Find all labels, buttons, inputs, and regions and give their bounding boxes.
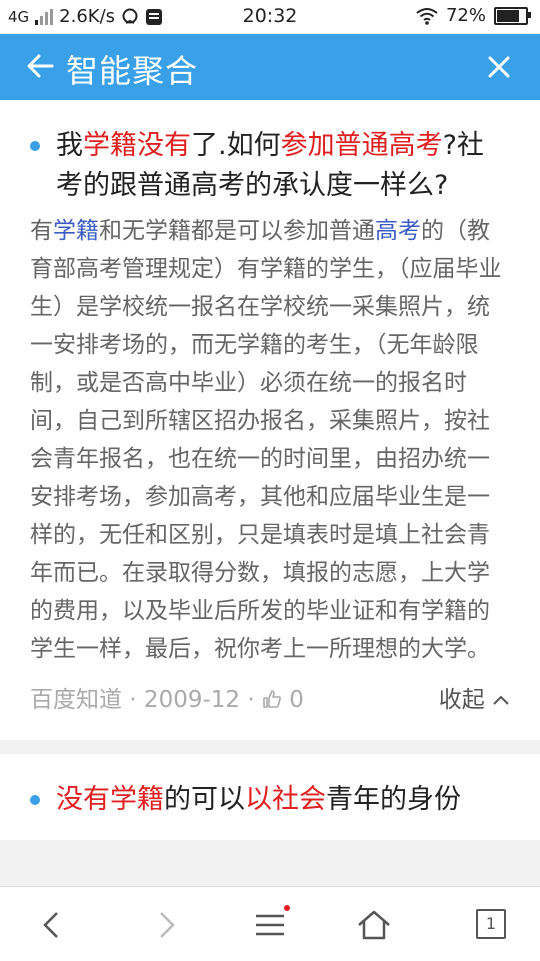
status-right: 72% [416, 5, 531, 26]
menu-icon[interactable] [252, 907, 288, 943]
chevron-up-icon [493, 695, 509, 705]
answer-meta: 百度知道 · 2009-12 · 0 收起 [30, 680, 510, 720]
text-segment: 的（教育部高考管理规定）有学籍的学生，（应届毕业生）是学校统一报名在学校统一采集… [30, 218, 502, 662]
text-segment: 的可以 [164, 784, 245, 815]
text-segment: 参加普通 [280, 130, 389, 161]
text-segment: 有 [30, 218, 53, 244]
answer-body: 有学籍和无学籍都是可以参加普通高考的（教育部高考管理规定）有学籍的学生，（应届毕… [30, 212, 510, 668]
collapse-button[interactable]: 收起 [439, 680, 510, 714]
thumbs-up-icon[interactable] [262, 689, 282, 709]
notification-dot [284, 905, 290, 911]
results-list: 我学籍没有了.如何参加普通高考?社考的跟普通高考的承认度一样么? 有学籍和无学籍… [0, 100, 540, 886]
text-segment: 学籍 [83, 130, 137, 161]
answer-source: 百度知道 · 2009-12 · [30, 687, 262, 713]
text-segment: 我 [56, 130, 83, 161]
status-bar: 4G 2.6K/s 20:32 72% [0, 0, 540, 34]
wifi-icon [416, 7, 438, 25]
answer-title[interactable]: 没有学籍的可以以社会青年的身份 [30, 780, 510, 820]
back-icon[interactable] [34, 907, 70, 943]
bottom-nav: 1 [0, 886, 540, 961]
text-segment: 学籍 [53, 218, 99, 244]
text-segment: 以社会 [245, 784, 326, 815]
text-segment: 学籍 [110, 784, 164, 815]
close-icon[interactable] [482, 50, 516, 84]
collapse-label: 收起 [438, 687, 485, 713]
text-segment: 了.如何 [191, 130, 281, 161]
text-segment: 和无学籍都是可以参加普通 [99, 218, 375, 244]
forward-icon[interactable] [148, 907, 184, 943]
answer-card: 没有学籍的可以以社会青年的身份 [0, 754, 540, 840]
answer-card: 我学籍没有了.如何参加普通高考?社考的跟普通高考的承认度一样么? 有学籍和无学籍… [0, 100, 540, 740]
battery-level [497, 9, 519, 22]
text-segment: 高考 [375, 218, 421, 244]
like-count: 0 [289, 687, 304, 713]
tabs-icon[interactable]: 1 [476, 909, 506, 939]
battery-icon [494, 6, 531, 25]
text-segment: 没有 [56, 784, 110, 815]
text-segment: 青年的身份 [326, 784, 461, 815]
tab-count: 1 [485, 914, 497, 933]
answer-title[interactable]: 我学籍没有了.如何参加普通高考?社考的跟普通高考的承认度一样么? [30, 126, 510, 206]
text-segment: 高考 [388, 130, 443, 161]
app-bar: 智能聚合 [0, 34, 540, 100]
page-title: 智能聚合 [66, 52, 199, 90]
text-segment: 没有 [137, 130, 191, 161]
arrow-left-icon[interactable] [22, 48, 58, 84]
battery-percent: 72% [445, 5, 486, 26]
home-icon[interactable] [356, 907, 392, 943]
